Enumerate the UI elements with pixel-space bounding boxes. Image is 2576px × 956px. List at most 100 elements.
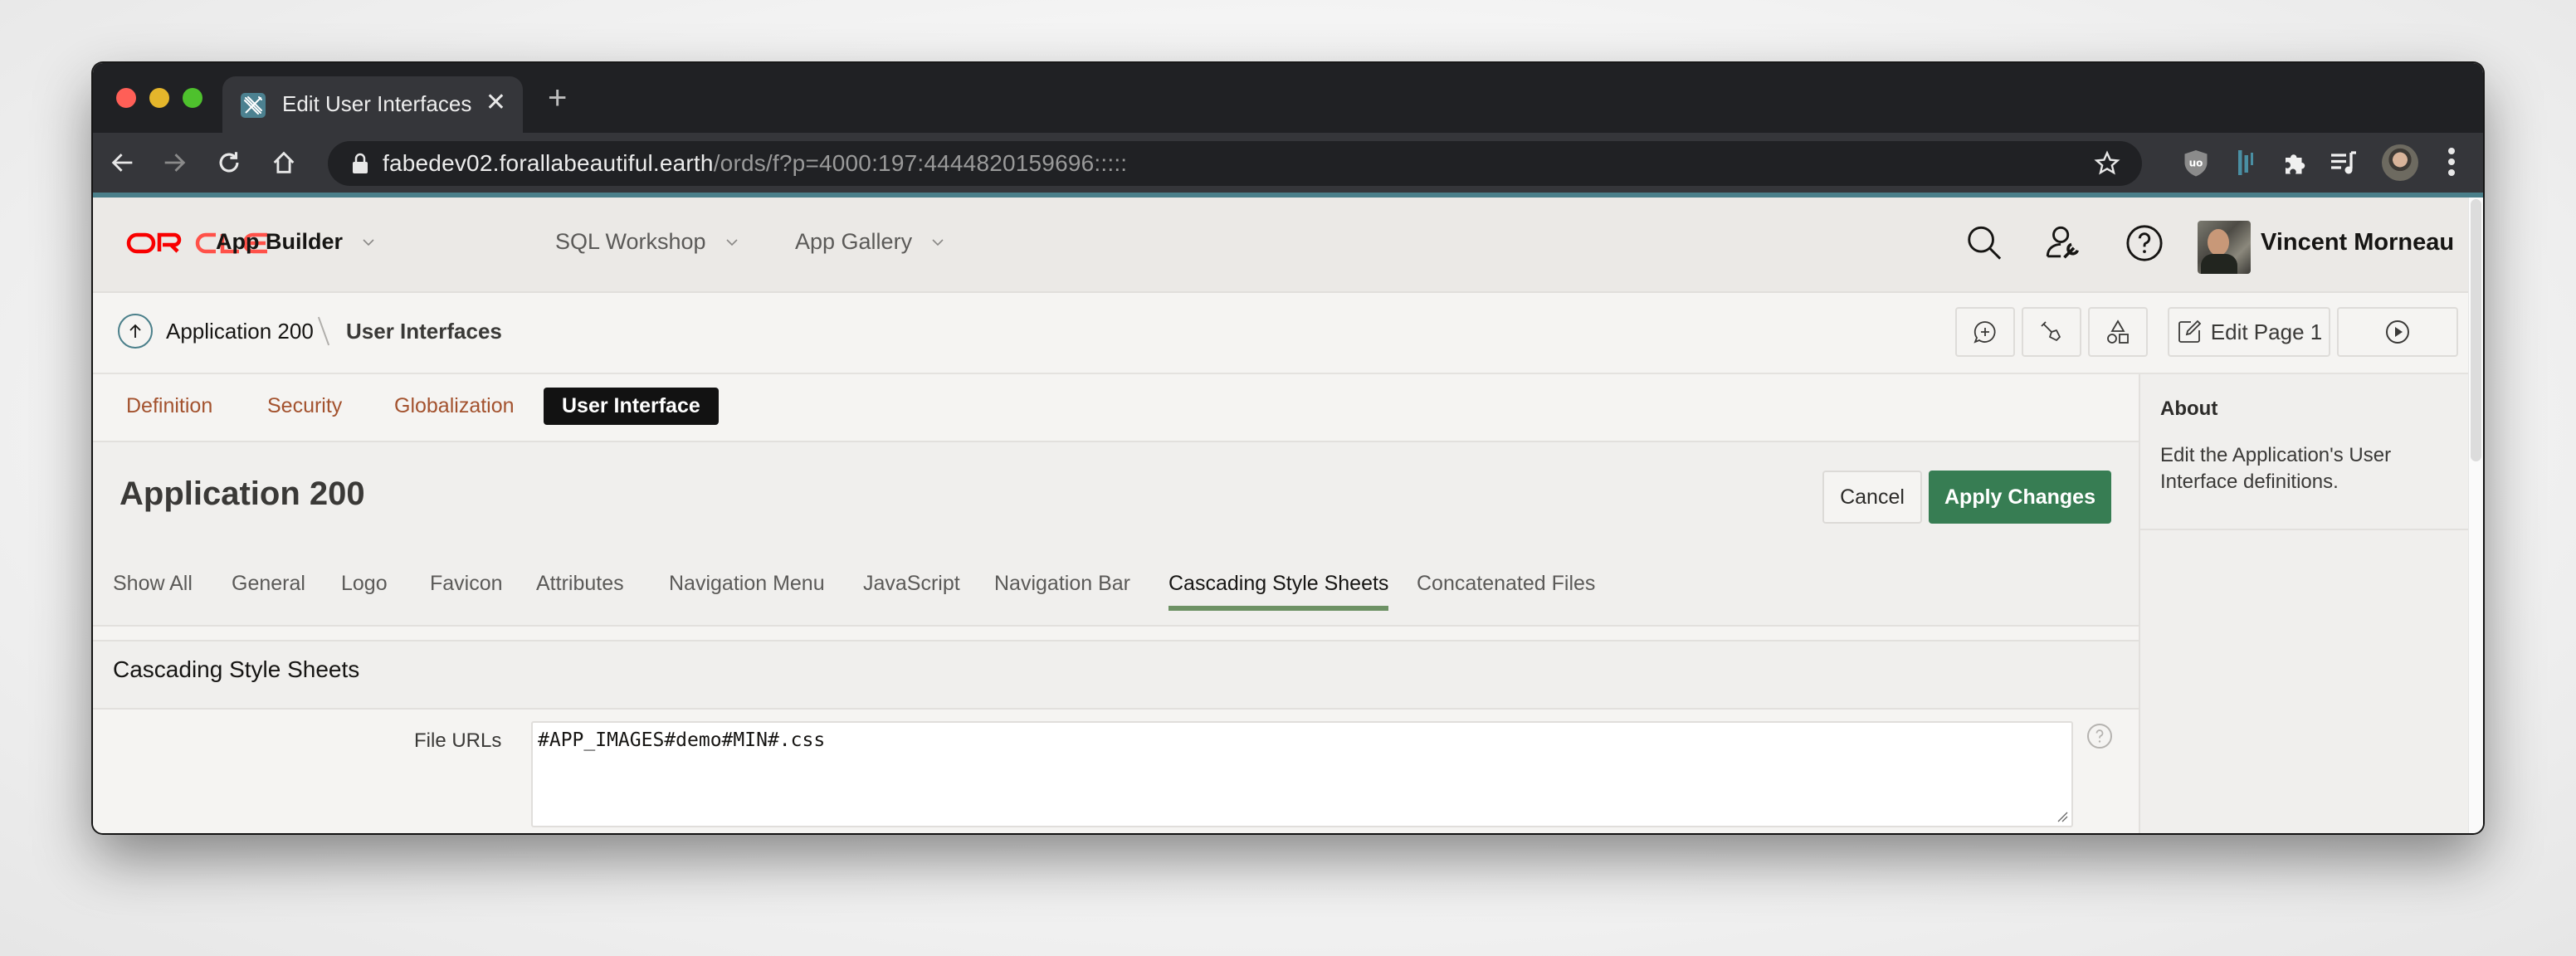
- resize-handle-icon[interactable]: [2056, 811, 2068, 822]
- about-title: About: [2160, 398, 2218, 420]
- search-button[interactable]: [1963, 222, 2004, 264]
- user-wrench-icon: [2046, 226, 2079, 259]
- up-level-button[interactable]: [118, 314, 153, 349]
- main-content: Definition Security Globalization User I…: [93, 374, 2139, 833]
- subtab-general[interactable]: General: [232, 572, 305, 611]
- subtab-navigation-menu[interactable]: Navigation Menu: [669, 572, 825, 611]
- menu-app-gallery[interactable]: App Gallery: [795, 229, 945, 255]
- chevron-down-icon: [726, 238, 738, 246]
- subtab-navigation-bar[interactable]: Navigation Bar: [994, 572, 1130, 611]
- arrow-up-icon: [129, 324, 141, 338]
- edit-pencil-icon: [2178, 319, 2202, 343]
- subtab-logo[interactable]: Logo: [341, 572, 388, 611]
- comment-plus-icon: [1973, 321, 1996, 344]
- breadcrumb-current: User Interfaces: [346, 319, 502, 344]
- url-host: fabedev02.forallabeautiful.earth: [383, 150, 714, 176]
- subtab-cascading-style-sheets[interactable]: Cascading Style Sheets: [1168, 572, 1389, 611]
- reload-icon: [219, 152, 239, 173]
- home-button[interactable]: [266, 144, 302, 181]
- reload-button[interactable]: [211, 144, 247, 181]
- edit-page-label: Edit Page 1: [2210, 319, 2323, 344]
- tab-user-interface[interactable]: User Interface: [544, 388, 719, 425]
- about-text: Edit the Application's User Interface de…: [2160, 444, 2392, 493]
- subtab-show-all[interactable]: Show All: [113, 572, 193, 611]
- breadcrumb: Application 200 User Interfaces Edit Pag…: [93, 293, 2469, 374]
- page-title: Application 200: [120, 476, 365, 512]
- developer-tools-button[interactable]: [2022, 307, 2081, 357]
- tab-definition[interactable]: Definition: [126, 394, 212, 418]
- about-divider: [2140, 529, 2469, 530]
- shared-components-button[interactable]: [2088, 307, 2148, 357]
- browser-toolbar: fabedev02.forallabeautiful.earth/ords/f?…: [93, 133, 2483, 193]
- menu-app-gallery-label: App Gallery: [795, 229, 913, 254]
- app-header: App Builder SQL Workshop App Gallery Vin…: [93, 198, 2469, 293]
- menu-sql-workshop[interactable]: SQL Workshop: [555, 229, 739, 255]
- search-icon: [1968, 226, 2002, 260]
- chevron-down-icon: [363, 238, 374, 246]
- feedback-button[interactable]: [1955, 307, 2015, 357]
- play-icon: [2386, 320, 2409, 344]
- bookmark-star-icon[interactable]: [2094, 150, 2120, 177]
- help-icon: [2126, 225, 2163, 261]
- lock-icon: [353, 153, 368, 173]
- tab-globalization[interactable]: Globalization: [394, 394, 515, 418]
- user-name[interactable]: Vincent Morneau: [2261, 229, 2454, 256]
- browser-profile-avatar[interactable]: [2382, 144, 2418, 181]
- page-scrollbar[interactable]: [2468, 198, 2483, 833]
- scrollbar-thumb[interactable]: [2471, 199, 2481, 461]
- breadcrumb-separator: [317, 316, 330, 346]
- help-button[interactable]: [2124, 222, 2165, 264]
- tab-strip: Edit User Interfaces ✕ +: [93, 63, 2483, 133]
- back-button[interactable]: [105, 144, 141, 181]
- user-avatar[interactable]: [2198, 221, 2251, 274]
- administration-button[interactable]: [2042, 222, 2084, 264]
- subtab-javascript[interactable]: JavaScript: [863, 572, 960, 611]
- arrow-left-icon: [111, 154, 133, 172]
- breadcrumb-parent-link[interactable]: Application 200: [166, 319, 314, 344]
- css-form: File URLs #APP_IMAGES#demo#MIN#.css: [93, 708, 2139, 833]
- menu-sql-workshop-label: SQL Workshop: [555, 229, 706, 254]
- browser-tab-active[interactable]: Edit User Interfaces ✕: [222, 76, 523, 133]
- about-panel: About Edit the Application's User Interf…: [2139, 374, 2469, 833]
- apex-page: App Builder SQL Workshop App Gallery Vin…: [93, 198, 2469, 833]
- extension-bars-icon[interactable]: [2229, 146, 2262, 179]
- arrow-right-icon: [164, 154, 186, 172]
- minimize-window-button[interactable]: [149, 88, 169, 108]
- menu-app-builder[interactable]: App Builder: [216, 229, 376, 255]
- section-tabs: Show All General Logo Favicon Attributes…: [93, 558, 2139, 627]
- region-title: Cascading Style Sheets: [113, 656, 360, 682]
- file-urls-textarea[interactable]: #APP_IMAGES#demo#MIN#.css: [531, 721, 2073, 827]
- cancel-button[interactable]: Cancel: [1822, 471, 1922, 524]
- close-window-button[interactable]: [116, 88, 136, 108]
- field-help-icon[interactable]: [2086, 723, 2113, 749]
- url-path: /ords/f?p=4000:197:4444820159696:::::: [713, 150, 1128, 176]
- chevron-down-icon: [932, 238, 944, 246]
- tab-security[interactable]: Security: [267, 394, 342, 418]
- extensions-puzzle-icon[interactable]: [2279, 146, 2312, 179]
- tab-title: Edit User Interfaces: [282, 91, 472, 116]
- forward-button[interactable]: [156, 144, 193, 181]
- divider: [93, 627, 2139, 641]
- close-tab-icon[interactable]: ✕: [485, 88, 506, 117]
- apex-builder-icon: [241, 93, 266, 118]
- file-urls-value: #APP_IMAGES#demo#MIN#.css: [538, 729, 826, 751]
- ublock-origin-icon[interactable]: uo: [2179, 146, 2213, 179]
- file-urls-label: File URLs: [414, 729, 502, 752]
- new-tab-button[interactable]: +: [548, 81, 567, 115]
- browser-window: Edit User Interfaces ✕ + fabedev02.foral…: [93, 63, 2483, 833]
- run-page-button[interactable]: [2337, 307, 2458, 357]
- subtab-attributes[interactable]: Attributes: [536, 572, 624, 611]
- main-tabs: Definition Security Globalization User I…: [93, 374, 2139, 442]
- home-icon: [273, 151, 295, 173]
- subtab-concatenated-files[interactable]: Concatenated Files: [1417, 572, 1595, 611]
- url-text: fabedev02.forallabeautiful.earth/ords/f?…: [383, 150, 1127, 177]
- shapes-icon: [2107, 319, 2129, 344]
- edit-page-button[interactable]: Edit Page 1: [2168, 307, 2330, 357]
- address-bar[interactable]: fabedev02.forallabeautiful.earth/ords/f?…: [328, 141, 2142, 186]
- browser-menu-icon[interactable]: [2443, 144, 2460, 181]
- flashlight-icon: [2041, 321, 2061, 341]
- maximize-window-button[interactable]: [183, 88, 202, 108]
- media-queue-icon[interactable]: [2327, 146, 2360, 179]
- subtab-favicon[interactable]: Favicon: [430, 572, 503, 611]
- apply-changes-button[interactable]: Apply Changes: [1929, 471, 2111, 524]
